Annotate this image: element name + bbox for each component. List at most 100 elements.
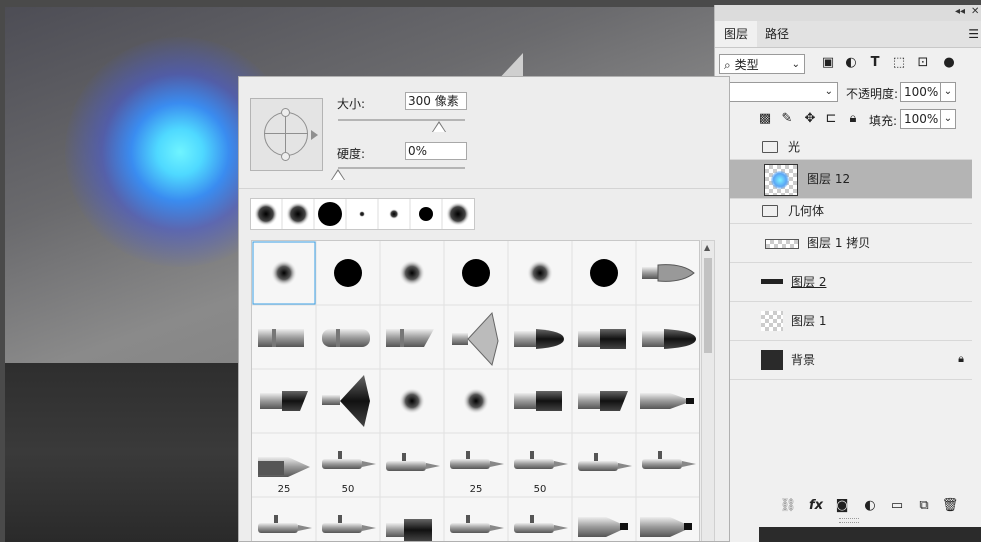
filter-kind-select[interactable]: ⌕ 类型 ⌄ [719, 54, 805, 74]
brush-hard-round-2 [462, 259, 490, 287]
brush-size-label: 50 [533, 484, 547, 495]
recent-brush-soft-2 [286, 202, 310, 226]
angle-arrow-icon[interactable] [311, 130, 318, 140]
size-input[interactable]: 300 像素 [405, 92, 467, 110]
lock-all-icon[interactable]: 🔒︎ [845, 111, 861, 126]
close-panel-button[interactable]: ✕ [971, 6, 979, 17]
layer-thumbnail [761, 279, 783, 284]
layer-row-layer-1[interactable]: 图层 1 [715, 302, 972, 341]
brush-presets-svg[interactable] [252, 241, 700, 542]
hardness-slider-thumb[interactable] [332, 171, 344, 180]
tab-paths[interactable]: 路径 [756, 21, 798, 47]
size-label: 大小: [337, 97, 366, 111]
layer-row-background[interactable]: 背景 🔒︎ [715, 341, 972, 380]
recent-brush-soft-3 [389, 209, 399, 219]
panel-bottom-strip [759, 527, 981, 542]
size-slider-thumb[interactable] [433, 123, 445, 132]
panel-menu-icon[interactable]: ☰ [968, 27, 979, 41]
adjustment-filter-icon[interactable]: ◐ [843, 55, 859, 71]
recent-brush-soft-1 [254, 202, 278, 226]
pixel-filter-icon[interactable]: ▣ [820, 55, 836, 71]
fill-dropdown-button[interactable]: ⌄ [940, 109, 956, 129]
brush-fan-dark-1 [322, 375, 370, 427]
layer-name: 图层 12 [807, 172, 851, 186]
collapse-panels-button[interactable]: ◂◂ [955, 6, 965, 17]
scroll-up-icon[interactable]: ▲ [704, 243, 710, 252]
preview-circle [264, 112, 308, 156]
brush-angled-1 [386, 329, 434, 347]
brush-flat-2 [322, 329, 370, 347]
layer-thumbnail [765, 239, 799, 249]
opacity-dropdown-button[interactable]: ⌄ [940, 82, 956, 102]
brush-pencil-1 [640, 393, 694, 409]
fx-icon[interactable]: fx [807, 498, 825, 513]
filter-kind-label: 类型 [734, 58, 759, 72]
angle-handle-top[interactable] [281, 108, 290, 117]
lock-icon: 🔒︎ [958, 352, 964, 365]
hardness-label: 硬度: [337, 147, 366, 161]
lock-position-move-icon[interactable]: ✥ [802, 111, 818, 126]
brush-pencil-3 [578, 517, 628, 537]
new-layer-icon[interactable]: ⧉ [915, 498, 933, 513]
folder-icon [762, 205, 778, 217]
layer-row-layer-12[interactable]: 图层 12 [715, 160, 972, 199]
brush-soft-round-2 [399, 260, 425, 286]
recent-brushes-strip [250, 198, 475, 230]
brush-airbrush-tool-7 [258, 515, 312, 533]
lock-pixels-brush-icon[interactable]: ✎ [779, 111, 795, 126]
layer-row-group-light[interactable]: 光 [715, 135, 972, 160]
brush-pencil-2 [258, 457, 310, 477]
preview-crosshair-v [285, 112, 286, 156]
type-filter-icon[interactable]: T [867, 55, 883, 71]
tab-layers[interactable]: 图层 [715, 21, 758, 47]
lock-transparent-icon[interactable]: ▩ [757, 111, 773, 126]
hardness-slider-track[interactable] [338, 167, 465, 169]
smart-object-filter-icon[interactable]: ⊡ [915, 55, 931, 71]
fill-label: 填充: [869, 114, 898, 128]
brush-tip-preview[interactable] [250, 98, 323, 171]
hardness-input[interactable]: 0% [405, 142, 467, 160]
filter-toggle-icon[interactable]: ● [941, 55, 957, 71]
mask-icon[interactable]: ◙ [833, 498, 851, 513]
folder-icon[interactable]: ▭ [888, 498, 906, 513]
preview-crosshair-h [264, 133, 308, 134]
new-preset-icon[interactable]: ⧉ [729, 127, 730, 142]
chevron-down-icon: ⌄ [791, 59, 800, 70]
brush-flat-dark-2 [514, 391, 562, 411]
lock-artboard-icon[interactable]: ⊏ [823, 111, 839, 126]
trash-icon[interactable]: 🗑︎ [941, 498, 959, 513]
layer-row-layer-1-copy[interactable]: 图层 1 拷贝 [715, 224, 972, 263]
brush-flat-dark-1 [578, 329, 626, 349]
resize-grip[interactable] [839, 518, 859, 523]
brush-pencil-4 [640, 517, 692, 537]
layer-name: 光 [788, 140, 801, 154]
link-icon[interactable]: ⛓ [779, 498, 797, 513]
adjustment-icon[interactable]: ◐ [861, 498, 879, 513]
brush-grid-scrollbar[interactable]: ▲ [701, 240, 715, 541]
brush-round-dark-1 [642, 329, 696, 349]
brush-flat-1 [258, 329, 304, 347]
brush-size-label: 50 [341, 484, 355, 495]
scroll-thumb[interactable] [704, 258, 712, 353]
brush-size-label: 25 [469, 484, 483, 495]
recent-brush-hard-1 [318, 202, 342, 226]
layer-thumbnail [761, 311, 783, 331]
settings-gear-icon[interactable]: ⚙▾ [728, 93, 729, 107]
layer-row-group-geometry[interactable]: 几何体 [715, 199, 972, 224]
angle-handle-bottom[interactable] [281, 152, 290, 161]
layer-name: 几何体 [788, 204, 825, 218]
panel-topbar: ◂◂ ✕ [715, 5, 981, 21]
recent-brushes[interactable] [251, 199, 476, 229]
shape-filter-icon[interactable]: ⬚ [891, 55, 907, 71]
brush-angled-dark-2 [578, 391, 628, 411]
brush-size-label: 25 [277, 484, 291, 495]
brush-filbert-1 [514, 329, 564, 349]
brush-airbrush-2 [463, 388, 489, 414]
brush-airbrush-tool-2 [386, 453, 440, 471]
layer-list: 光 图层 12 几何体 图层 1 拷贝 图层 2 图层 1 背景 🔒︎ [715, 135, 972, 380]
blend-mode-select[interactable]: ⌄ [715, 82, 838, 102]
layer-name: 图层 2 [791, 275, 827, 289]
layer-row-layer-2[interactable]: 图层 2 [715, 263, 972, 302]
brush-airbrush-tool-10 [514, 515, 568, 533]
chevron-down-icon: ⌄ [824, 86, 833, 97]
